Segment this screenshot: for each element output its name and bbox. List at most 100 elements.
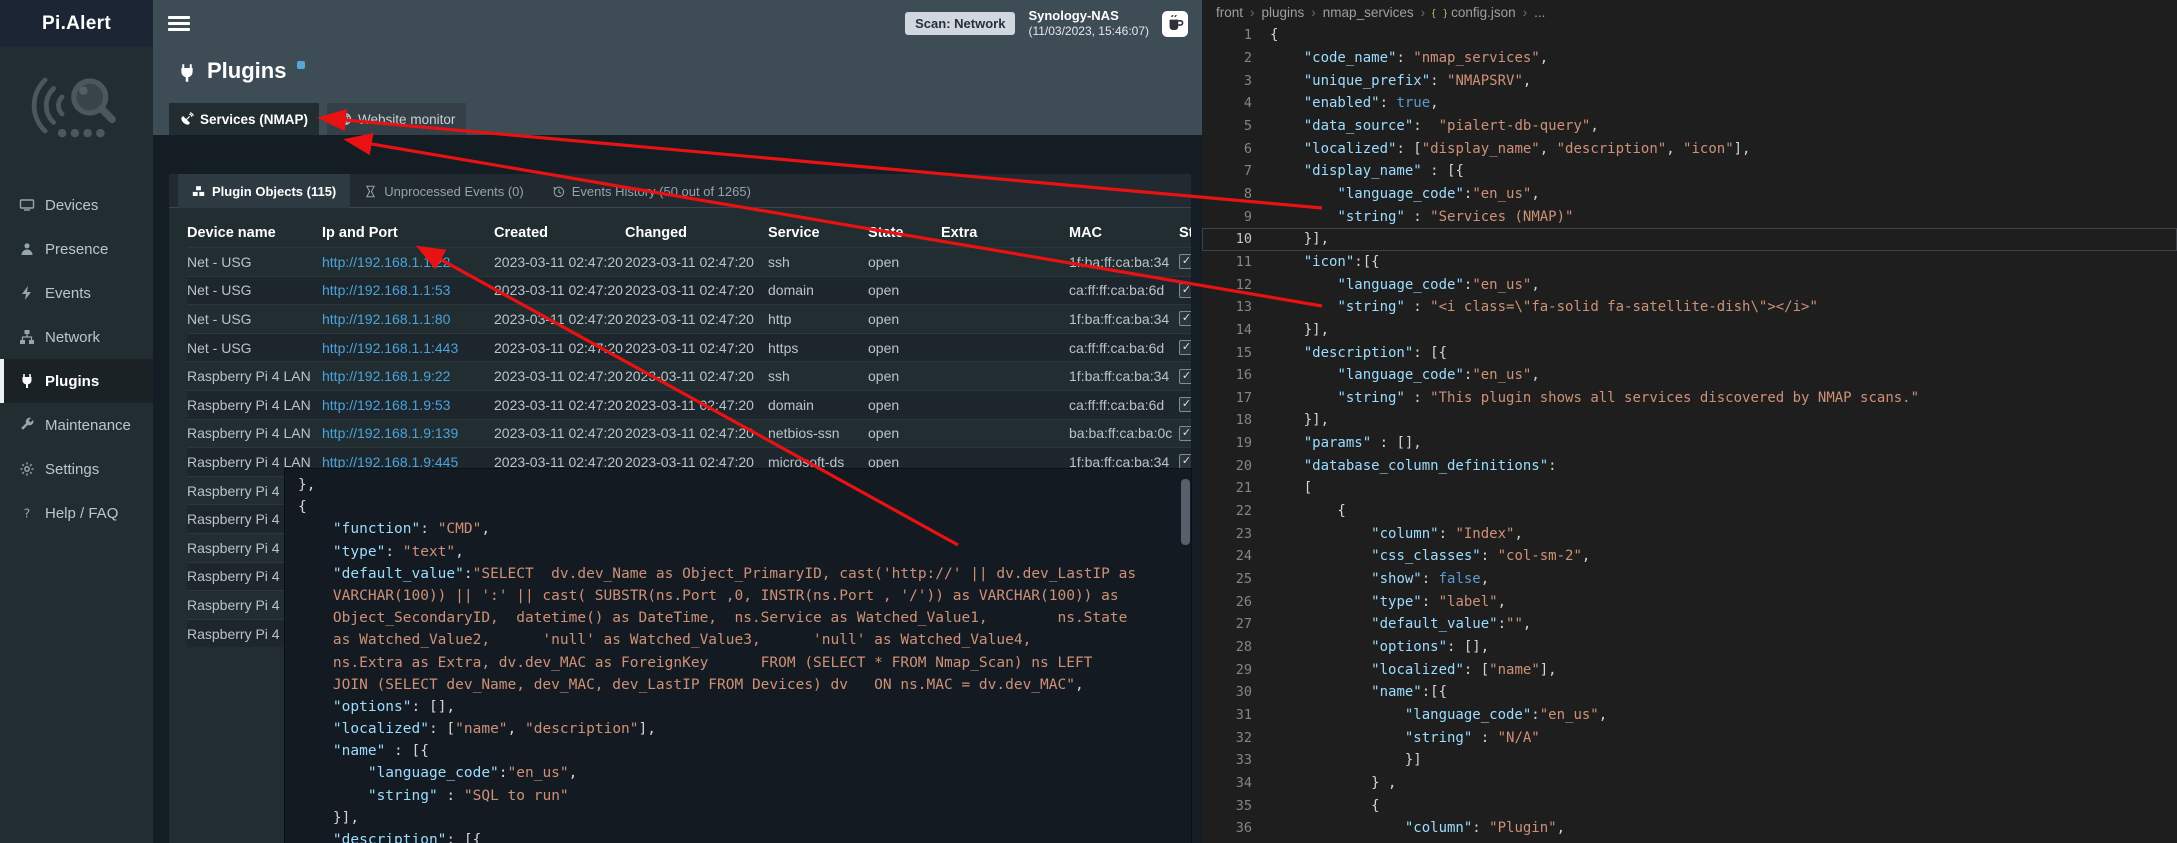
table-row: Net - USGhttp://192.168.1.1:222023-03-11… bbox=[187, 247, 1191, 276]
code-line: 13 "string" : "<i class=\"fa-solid fa-sa… bbox=[1202, 296, 2177, 319]
breadcrumb-label: ... bbox=[1534, 5, 1545, 20]
ip-port-link[interactable]: http://192.168.1.9:445 bbox=[322, 454, 494, 470]
table-cell: 2023-03-11 02:47:20 bbox=[494, 340, 625, 356]
code-line-text: "string" : "Services (NMAP)" bbox=[1270, 209, 1573, 225]
checkbox-icon: ✓ bbox=[1179, 340, 1191, 355]
column-header-extra[interactable]: Extra bbox=[941, 225, 1069, 241]
status-checkbox[interactable]: ✓ bbox=[1179, 254, 1191, 269]
breadcrumb-item-front[interactable]: front bbox=[1216, 5, 1243, 20]
overlay-code-line: }, bbox=[298, 477, 1187, 499]
ip-port-link[interactable]: http://192.168.1.9:22 bbox=[322, 368, 494, 384]
column-header-stat[interactable]: Stat bbox=[1179, 225, 1191, 241]
plug-icon bbox=[177, 63, 197, 83]
table-cell: 1f:ba:ff:ca:ba:34 bbox=[1069, 254, 1179, 270]
code-line-text: "string" : "<i class=\"fa-solid fa-satel… bbox=[1270, 299, 1818, 315]
column-header-ip-and-port[interactable]: Ip and Port bbox=[322, 225, 494, 241]
sidebar-item-devices[interactable]: Devices bbox=[0, 183, 153, 227]
tab-services-nmap[interactable]: Services (NMAP) bbox=[169, 103, 319, 135]
ip-port-link[interactable]: http://192.168.1.9:53 bbox=[322, 397, 494, 413]
code-line: 28 "options": [], bbox=[1202, 636, 2177, 659]
status-checkbox[interactable]: ✓ bbox=[1179, 340, 1191, 355]
ip-port-link[interactable]: http://192.168.1.1:22 bbox=[322, 254, 494, 270]
code-line-text: "type": "label", bbox=[1270, 594, 1506, 610]
column-header-device-name[interactable]: Device name bbox=[187, 225, 322, 241]
breadcrumb-separator-icon: › bbox=[1311, 5, 1316, 20]
ip-port-link[interactable]: http://192.168.1.1:443 bbox=[322, 340, 494, 356]
column-header-changed[interactable]: Changed bbox=[625, 225, 768, 241]
code-line-text: }], bbox=[1270, 412, 1329, 428]
table-cell: Raspberry Pi 4 LAN bbox=[187, 454, 322, 470]
subtab-label: Plugin Objects (115) bbox=[212, 184, 336, 199]
breadcrumb-item-config-json[interactable]: { }config.json bbox=[1432, 5, 1516, 20]
line-number: 31 bbox=[1202, 707, 1252, 723]
coffee-donate-icon[interactable] bbox=[1162, 11, 1188, 37]
column-header-state[interactable]: State bbox=[868, 225, 941, 241]
line-number: 1 bbox=[1202, 27, 1252, 43]
subtab-label: Unprocessed Events (0) bbox=[384, 184, 523, 199]
sidebar-item-settings[interactable]: Settings bbox=[0, 447, 153, 491]
overlay-code-line: "options": [], bbox=[298, 699, 1187, 721]
brand-logo[interactable]: Pi.Alert bbox=[0, 0, 153, 47]
editor-code[interactable]: 1{2 "code_name": "nmap_services",3 "uniq… bbox=[1202, 24, 2177, 840]
page-title: Plugins bbox=[207, 58, 286, 84]
overlay-code-line: JOIN (SELECT dev_Name, dev_MAC, dev_Last… bbox=[298, 677, 1187, 699]
status-checkbox[interactable]: ✓ bbox=[1179, 397, 1191, 412]
status-checkbox[interactable]: ✓ bbox=[1179, 426, 1191, 441]
subtab-unprocessed-events-0[interactable]: Unprocessed Events (0) bbox=[350, 174, 537, 208]
sidebar-item-label: Settings bbox=[45, 461, 99, 478]
sidebar-item-network[interactable]: Network bbox=[0, 315, 153, 359]
checkbox-icon: ✓ bbox=[1179, 397, 1191, 412]
table-cell: 1f:ba:ff:ca:ba:34 bbox=[1069, 454, 1179, 470]
tab-label: Website monitor bbox=[358, 112, 455, 127]
breadcrumb-item-[interactable]: ... bbox=[1534, 5, 1545, 20]
code-line-text: "data_source": "pialert-db-query", bbox=[1270, 118, 1599, 134]
ip-port-link[interactable]: http://192.168.1.1:53 bbox=[322, 282, 494, 298]
code-line: 20 "database_column_definitions": bbox=[1202, 454, 2177, 477]
subtab-events-history-50-out-of-1265[interactable]: Events History (50 out of 1265) bbox=[538, 174, 765, 208]
overlay-code-line: "type": "text", bbox=[298, 544, 1187, 566]
table-cell: Net - USG bbox=[187, 254, 322, 270]
sidebar-item-maintenance[interactable]: Maintenance bbox=[0, 403, 153, 447]
overlay-scrollbar-thumb[interactable] bbox=[1181, 479, 1190, 545]
table-cell: ba:ba:ff:ca:ba:0c bbox=[1069, 425, 1179, 441]
overlay-code-line: as Watched_Value2, 'null' as Watched_Val… bbox=[298, 632, 1187, 654]
table-cell: open bbox=[868, 340, 941, 356]
code-line: 27 "default_value":"", bbox=[1202, 613, 2177, 636]
plugins-docs-link[interactable] bbox=[297, 61, 305, 69]
table-cell: domain bbox=[768, 282, 868, 298]
table-cell: open bbox=[868, 425, 941, 441]
breadcrumb-item-nmap-services[interactable]: nmap_services bbox=[1323, 5, 1414, 20]
checkbox-icon: ✓ bbox=[1179, 426, 1191, 441]
status-checkbox[interactable]: ✓ bbox=[1179, 311, 1191, 326]
pialert-app: Pi.Alert Scan: Network Synology-NAS (11/… bbox=[0, 0, 1202, 843]
sidebar-item-events[interactable]: Events bbox=[0, 271, 153, 315]
table-cell: 2023-03-11 02:47:20 bbox=[494, 368, 625, 384]
sidebar-item-help-faq[interactable]: ?Help / FAQ bbox=[0, 491, 153, 535]
code-line: 2 "code_name": "nmap_services", bbox=[1202, 47, 2177, 70]
code-line: 36 "column": "Plugin", bbox=[1202, 817, 2177, 840]
hourglass-icon bbox=[364, 185, 377, 198]
tab-website-monitor[interactable]: Website monitor bbox=[327, 103, 466, 135]
column-header-mac[interactable]: MAC bbox=[1069, 225, 1179, 241]
ip-port-link[interactable]: http://192.168.1.1:80 bbox=[322, 311, 494, 327]
status-checkbox[interactable]: ✓ bbox=[1179, 283, 1191, 298]
line-number: 28 bbox=[1202, 639, 1252, 655]
status-checkbox[interactable]: ✓ bbox=[1179, 454, 1191, 469]
line-number: 5 bbox=[1202, 118, 1252, 134]
column-header-created[interactable]: Created bbox=[494, 225, 625, 241]
checkbox-icon: ✓ bbox=[1179, 254, 1191, 269]
line-number: 17 bbox=[1202, 390, 1252, 406]
breadcrumb-label: config.json bbox=[1451, 5, 1516, 20]
sidebar-item-presence[interactable]: Presence bbox=[0, 227, 153, 271]
hamburger-menu-icon[interactable] bbox=[168, 16, 190, 30]
code-line: 17 "string" : "This plugin shows all ser… bbox=[1202, 387, 2177, 410]
overlay-scrollbar[interactable] bbox=[1181, 471, 1190, 841]
breadcrumb-item-plugins[interactable]: plugins bbox=[1262, 5, 1305, 20]
subtab-plugin-objects-115[interactable]: Plugin Objects (115) bbox=[178, 174, 350, 208]
status-checkbox[interactable]: ✓ bbox=[1179, 369, 1191, 384]
overlay-code-line: }], bbox=[298, 810, 1187, 832]
column-header-service[interactable]: Service bbox=[768, 225, 868, 241]
sidebar-item-plugins[interactable]: Plugins bbox=[0, 359, 153, 403]
table-cell: 2023-03-11 02:47:20 bbox=[494, 397, 625, 413]
ip-port-link[interactable]: http://192.168.1.9:139 bbox=[322, 425, 494, 441]
